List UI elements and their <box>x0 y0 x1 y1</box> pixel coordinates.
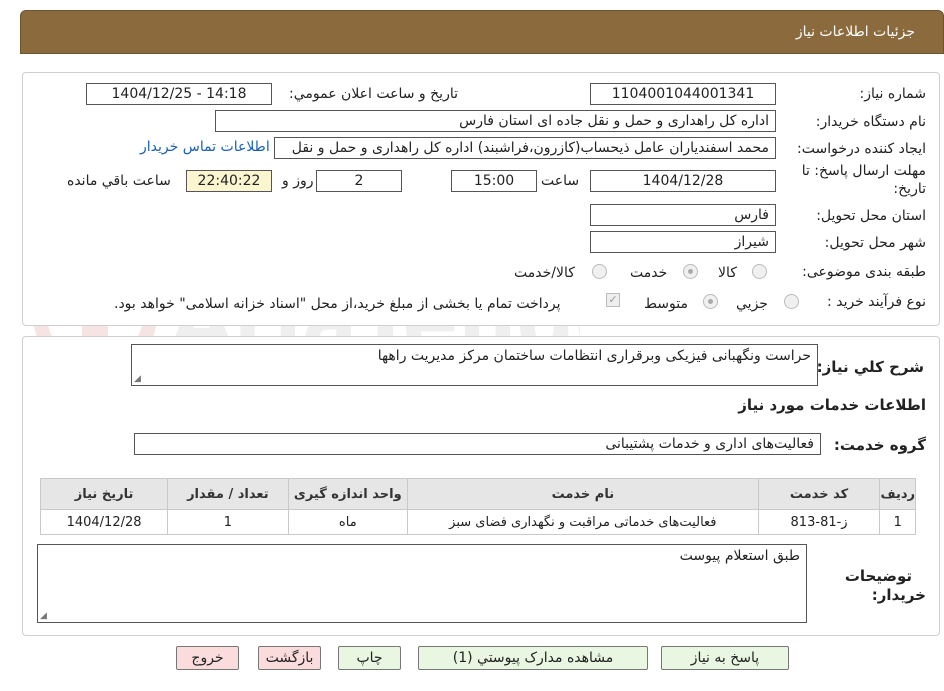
buyer-notes-text: طبق استعلام پیوست <box>679 548 800 564</box>
payment-note: پرداخت تمام یا بخشی از مبلغ خرید،از محل … <box>114 296 561 312</box>
cell-unit: ماه <box>287 509 409 535</box>
table-row: 1 ز-81-813 فعالیت‌های خدماتی مراقبت و نگ… <box>39 509 916 535</box>
days-field: 2 <box>316 170 402 192</box>
col-row: رديف <box>879 478 916 510</box>
cell-code: ز-81-813 <box>757 509 881 535</box>
deadline-date-field: 1404/12/28 <box>590 170 776 192</box>
deadline-label: مهلت ارسال پاسخ: تا <box>801 163 926 179</box>
col-unit: واحد اندازه گيری <box>287 478 409 510</box>
deadline-label-2: تاريخ: <box>893 181 926 197</box>
buyer-notes-textarea[interactable]: طبق استعلام پیوست ◢ <box>37 544 807 623</box>
cell-quantity: 1 <box>167 509 289 535</box>
category-both-label: کالا/خدمت <box>514 265 575 281</box>
process-label: نوع فرآيند خريد : <box>827 294 926 310</box>
creator-label: ايجاد کننده درخواست: <box>797 141 926 157</box>
remaining-time-field: 22:40:22 <box>186 170 272 192</box>
buyer-notes-label: توضيحات <box>844 567 912 585</box>
col-name: نام خدمت <box>407 478 759 510</box>
process-minor-radio[interactable] <box>784 294 799 309</box>
col-date: تاريخ نياز <box>39 478 169 510</box>
category-goods-label: کالا <box>718 265 737 281</box>
service-group-label: گروه خدمت: <box>833 436 926 454</box>
need-number-label: شماره نياز: <box>859 86 927 102</box>
buyer-org-field: اداره کل راهداری و حمل و نقل جاده ای است… <box>215 110 776 132</box>
category-goods-radio[interactable] <box>752 264 767 279</box>
announce-date-field: 1404/12/25 - 14:18 <box>86 83 272 105</box>
cell-row: 1 <box>879 509 916 535</box>
process-medium-radio[interactable] <box>703 294 718 309</box>
buyer-org-label: نام دستگاه خريدار: <box>815 114 926 130</box>
process-medium-label: متوسط <box>644 296 688 312</box>
province-label: استان محل تحويل: <box>816 208 926 224</box>
resize-grip-icon[interactable]: ◢ <box>134 374 141 384</box>
category-service-label: خدمت <box>630 265 668 281</box>
table-header-row: رديف کد خدمت نام خدمت واحد اندازه گيری ت… <box>39 478 916 510</box>
services-section-title: اطلاعات خدمات مورد نياز <box>738 396 926 414</box>
province-field: فارس <box>590 204 776 226</box>
back-button[interactable]: بازگشت <box>258 646 321 670</box>
creator-field: محمد اسفندیاران عامل ذیحساب(کازرون،فراشب… <box>274 137 776 159</box>
buyer-notes-label-2: خريدار: <box>871 586 926 604</box>
view-attachments-button[interactable]: مشاهده مدارک پيوستي (1) <box>418 646 648 670</box>
page-header: جزئيات اطلاعات نياز <box>20 10 944 54</box>
deadline-time-field: 15:00 <box>451 170 537 192</box>
service-group-field: فعالیت‌های اداری و خدمات پشتیبانی <box>134 433 821 455</box>
city-field: شيراز <box>590 231 776 253</box>
resize-grip-icon[interactable]: ◢ <box>40 611 47 621</box>
reply-button[interactable]: پاسخ به نياز <box>661 646 789 670</box>
need-number-field: 1104001044001341 <box>590 83 776 105</box>
cell-name: فعالیت‌های خدماتی مراقبت و نگهداری فضای … <box>407 509 759 535</box>
col-code: کد خدمت <box>757 478 881 510</box>
announce-date-label: تاريخ و ساعت اعلان عمومي: <box>289 86 458 102</box>
exit-button[interactable]: خروج <box>176 646 239 670</box>
remaining-label: ساعت باقي مانده <box>67 173 171 189</box>
description-textarea[interactable]: حراست ونگهبانی فیزیکی وبرقراری انتظامات … <box>131 344 818 386</box>
print-button[interactable]: چاپ <box>338 646 401 670</box>
days-label: روز و <box>282 173 314 189</box>
buyer-contact-link[interactable]: اطلاعات تماس خريدار <box>140 139 270 155</box>
description-text: حراست ونگهبانی فیزیکی وبرقراری انتظامات … <box>377 348 811 364</box>
category-service-radio[interactable] <box>683 264 698 279</box>
process-minor-label: جزيي <box>736 296 768 312</box>
page-title: جزئيات اطلاعات نياز <box>795 24 915 40</box>
category-both-radio[interactable] <box>592 264 607 279</box>
col-quantity: تعداد / مقدار <box>167 478 289 510</box>
description-label: شرح کلي نياز: <box>816 358 924 376</box>
cell-date: 1404/12/28 <box>39 509 169 535</box>
city-label: شهر محل تحويل: <box>824 235 926 251</box>
category-label: طبقه بندی موضوعی: <box>802 264 926 280</box>
treasury-checkbox[interactable]: ✓ <box>606 293 620 307</box>
services-table: رديف کد خدمت نام خدمت واحد اندازه گيری ت… <box>39 478 916 535</box>
deadline-time-label: ساعت <box>541 173 580 189</box>
